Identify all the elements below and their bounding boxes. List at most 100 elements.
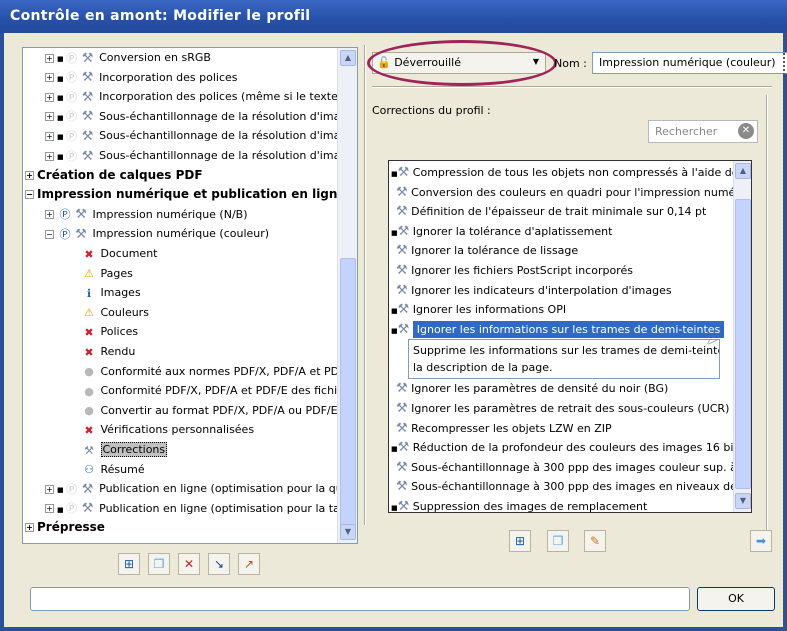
tree-item-label: Conversion en sRGB [99,51,211,64]
tree-item[interactable]: + ■ Ⓟ ⚒ Conversion en sRGB [45,48,211,67]
tree-item-label: Impression numérique et publication en l… [37,187,346,202]
expand-icon[interactable]: + [45,131,54,141]
expand-icon[interactable]: + [25,170,34,180]
tree-scrollbar[interactable]: ▲ ▼ [337,48,357,543]
scroll-thumb[interactable] [340,258,356,528]
search-input[interactable]: Rechercher ✕ [648,120,758,143]
expand-icon[interactable]: + [45,504,54,514]
expand-icon[interactable]: + [45,53,54,63]
expand-icon[interactable]: − [25,190,34,200]
fixup-item[interactable]: ■⚒ Ignorer les informations sur les tram… [391,320,725,339]
next-button[interactable]: ➡ [750,530,772,552]
tree-item[interactable]: ✖ Rendu [81,342,135,361]
tree-item-label: Conformité PDF/X, PDF/A et PDF/E des fic… [100,384,344,398]
duplicate-fixup-button[interactable]: ❐ [547,530,569,552]
name-input[interactable]: Impression numérique (couleur) [592,52,787,74]
tree-item[interactable]: ● Conformité aux normes PDF/X, PDF/A et … [81,362,345,381]
tree-item[interactable]: + Prépresse [25,518,105,537]
expand-icon[interactable]: + [45,73,54,83]
new-fixup-button[interactable]: ⊞ [509,530,531,552]
tree-item[interactable]: + ■ Ⓟ ⚒ Publication en ligne (optimisation … [45,499,356,518]
tree-item[interactable]: ⚠ Pages [81,264,133,283]
error-icon: ✖ [84,325,94,339]
profile-tree[interactable]: + ■ Ⓟ ⚒ Conversion en sRGB + ■ Ⓟ ⚒ Incorporatio… [22,47,358,544]
fixup-item[interactable]: ⚒ Ignorer les indicateurs d'interpolatio… [391,281,672,300]
fixup-item[interactable]: ■⚒ Réduction de la profondeur des couleu… [391,438,752,457]
fixup-item[interactable]: ⚒ Sous-échantillonnage à 300 ppp des ima… [391,458,752,477]
scroll-up-button[interactable]: ▲ [735,163,751,179]
fixup-item[interactable]: ■⚒ Ignorer les informations OPI [391,300,566,319]
tree-item[interactable]: ● Conformité PDF/X, PDF/A et PDF/E des f… [81,381,344,400]
tree-item[interactable]: + ■ Ⓟ ⚒ Incorporation des polices [45,68,238,87]
tree-item[interactable]: ⚒ Corrections [81,440,168,459]
tree-item[interactable]: ✖ Document [81,244,157,263]
fixup-label: Réduction de la profondeur des couleurs … [412,441,752,455]
expand-icon[interactable]: + [45,210,54,220]
tree-item[interactable]: − Ⓟ ⚒ Impression numérique (couleur) [45,224,269,243]
tree-item[interactable]: ✖ Polices [81,322,138,341]
tree-item[interactable]: + Création de calques PDF [25,166,203,185]
edit-fixup-button[interactable]: ✎ [584,530,606,552]
tree-item[interactable]: + ■ Ⓟ ⚒ Publication en ligne (optimisation … [45,479,353,498]
tree-item-label: Impression numérique (couleur) [92,227,270,241]
clear-search-icon[interactable]: ✕ [738,123,754,139]
list-scrollbar[interactable]: ▲ ▼ [733,161,751,512]
fixups-list[interactable]: ■⚒ Compression de tous les objets non co… [388,160,752,513]
scroll-thumb[interactable] [735,199,751,489]
scroll-down-button[interactable]: ▼ [340,524,356,540]
tree-item[interactable]: + ■ Ⓟ ⚒ Incorporation des polices (même si … [45,87,348,106]
tree-item[interactable]: ℹ Images [81,283,141,302]
tree-item-label: Incorporation des polices [99,70,238,84]
fixup-item[interactable]: ⚒ Conversion des couleurs en quadri pour… [391,183,752,202]
tree-item-label: Sous-échantillonnage de la résolution d'… [99,149,355,162]
lock-icon: ■ [57,74,64,83]
expand-icon[interactable]: + [45,151,54,161]
info-icon: ℹ [86,286,92,300]
expand-icon[interactable]: + [45,484,54,494]
ok-button[interactable]: OK [697,587,775,611]
window-edge [783,33,785,631]
separator [372,86,772,88]
fixup-item[interactable]: ■⚒ Ignorer la tolérance d'aplatissement [391,222,612,241]
tree-item[interactable]: + ■ Ⓟ ⚒ Sous-échantillonnage de la résoluti… [45,146,354,165]
name-label: Nom : [554,57,587,70]
delete-profile-button[interactable]: ✕ [178,553,200,575]
fixup-label: Sous-échantillonnage à 300 ppp des image… [411,460,752,474]
tree-item[interactable]: ⚇ Résumé [81,460,145,479]
tree-item[interactable]: ✖ Vérifications personnalisées [81,420,254,439]
expand-icon[interactable]: + [45,92,54,102]
wrench-icon: ⚒ [396,479,408,495]
fixup-item[interactable]: ⚒ Ignorer les paramètres de retrait des … [391,399,729,418]
wrench-icon: ⚒ [81,148,94,164]
fixup-item[interactable]: ⚒ Sous-échantillonnage à 300 ppp des ima… [391,477,751,496]
expand-icon[interactable]: − [45,229,54,239]
disabled-icon: ● [84,365,94,379]
tree-item[interactable]: − Impression numérique et publication en … [25,185,346,204]
fixup-label: Conversion des couleurs en quadri pour l… [411,185,752,199]
duplicate-profile-button[interactable]: ❐ [148,553,170,575]
tree-item[interactable]: ● Convertir au format PDF/X, PDF/A ou PD… [81,401,337,420]
fixup-item[interactable]: ⚒ Recompresser les objets LZW en ZIP [391,419,612,438]
fixup-item[interactable]: ■⚒ Compression de tous les objets non co… [391,163,751,182]
profile-icon: Ⓟ [66,482,78,496]
expand-icon[interactable]: + [25,523,34,533]
fixup-item[interactable]: ⚒ Ignorer les paramètres de densité du n… [391,379,668,398]
import-profile-button[interactable]: ↘ [208,553,230,575]
profile-icon: Ⓟ [59,208,71,222]
wrench-icon: ⚒ [81,128,94,144]
tree-item[interactable]: ⚠ Couleurs [81,303,149,322]
wrench-icon: ⚒ [397,165,410,180]
tree-item[interactable]: + ■ Ⓟ ⚒ Sous-échantillonnage de la résoluti… [45,107,354,126]
scroll-up-button[interactable]: ▲ [340,50,356,66]
tree-item-label: Sous-échantillonnage de la résolution d'… [99,109,355,123]
new-profile-button[interactable]: ⊞ [118,553,140,575]
expand-icon[interactable]: + [45,112,54,122]
fixup-item[interactable]: ⚒ Définition de l'épaisseur de trait min… [391,202,706,221]
export-profile-button[interactable]: ↗ [238,553,260,575]
tree-item[interactable]: + ■ Ⓟ ⚒ Sous-échantillonnage de la résoluti… [45,126,354,145]
scroll-down-button[interactable]: ▼ [735,493,751,509]
fixup-item[interactable]: ⚒ Ignorer la tolérance de lissage [391,241,578,260]
fixup-item[interactable]: ⚒ Ignorer les fichiers PostScript incorp… [391,261,633,280]
tree-item[interactable]: + Ⓟ ⚒ Impression numérique (N/B) [45,205,248,224]
fixup-item[interactable]: ■⚒ Suppression des images de remplacemen… [391,497,647,512]
